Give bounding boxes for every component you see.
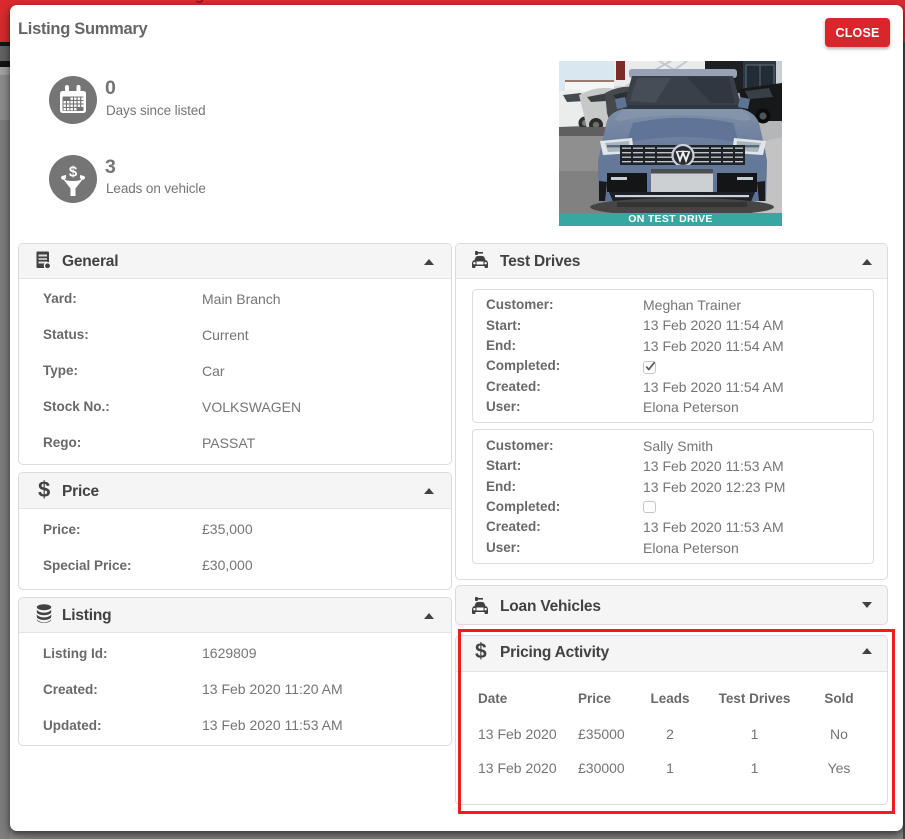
svg-text:$: $ (69, 164, 78, 181)
